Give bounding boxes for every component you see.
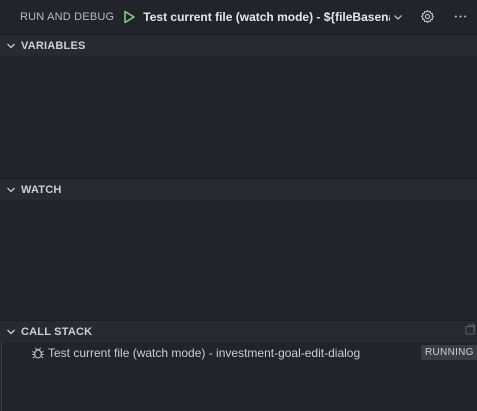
variables-section-title: VARIABLES: [21, 39, 86, 52]
chevron-down-icon: [7, 329, 15, 334]
view-title: RUN AND DEBUG: [20, 10, 115, 23]
call-stack-item-label: Test current file (watch mode) - investm…: [48, 346, 361, 360]
status-badge: RUNNING: [421, 345, 477, 360]
debug-configuration-select[interactable]: Test current file (watch mode) - ${fileB…: [143, 10, 405, 24]
gear-icon[interactable]: [420, 9, 435, 24]
variables-section-header[interactable]: VARIABLES: [0, 34, 477, 56]
watch-section-body: [0, 200, 477, 319]
debug-configuration-label: Test current file (watch mode) - ${fileB…: [143, 9, 391, 24]
watch-section-title: WATCH: [21, 183, 62, 196]
debug-toolbar: RUN AND DEBUG Test current file (watch m…: [0, 0, 477, 33]
call-stack-section-header[interactable]: CALL STACK: [0, 320, 477, 342]
watch-section-header[interactable]: WATCH: [0, 178, 477, 200]
call-stack-section-title: CALL STACK: [21, 325, 93, 338]
chevron-down-icon: [7, 43, 15, 48]
variables-section-body: [0, 56, 477, 177]
chevron-down-icon: [7, 187, 15, 192]
chevron-down-icon: [394, 14, 403, 20]
more-icon[interactable]: [453, 9, 468, 24]
collapse-all-icon[interactable]: [465, 324, 475, 335]
play-icon[interactable]: [123, 10, 136, 24]
run-and-debug-panel: RUN AND DEBUG Test current file (watch m…: [0, 0, 477, 411]
bug-icon: [32, 347, 44, 359]
